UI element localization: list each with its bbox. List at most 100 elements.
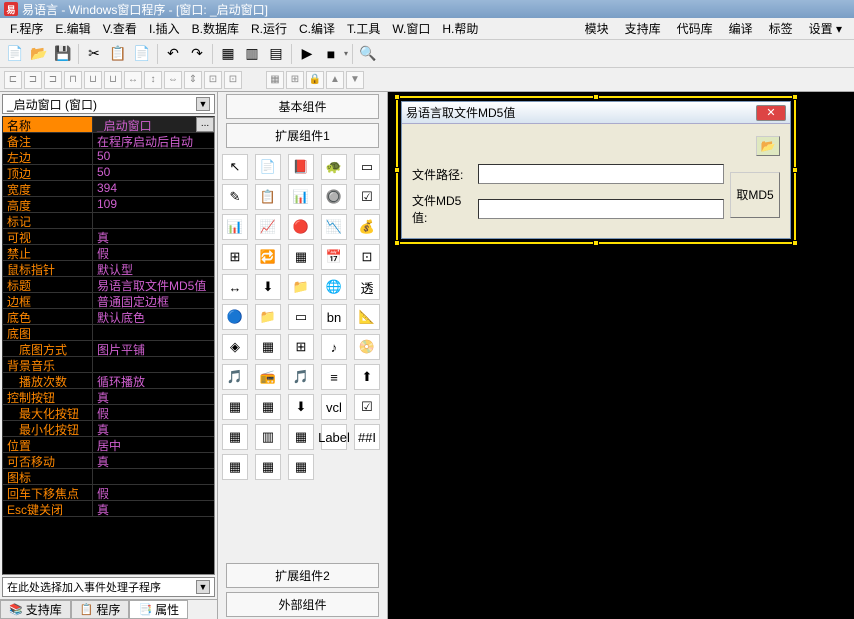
layout3-icon[interactable]: ▤ <box>265 43 287 65</box>
property-value[interactable]: 居中 <box>93 437 214 452</box>
event-combo[interactable]: 在此处选择加入事件处理子程序 ▼ <box>2 577 215 597</box>
ext1-components-button[interactable]: 扩展组件1 <box>226 123 379 148</box>
component-item[interactable]: ⊡ <box>354 244 380 270</box>
property-value[interactable]: 50 <box>93 165 214 180</box>
get-md5-button[interactable]: 取MD5 <box>730 172 780 218</box>
component-item[interactable]: 📀 <box>354 334 380 360</box>
back-icon[interactable]: ▼ <box>346 71 364 89</box>
front-icon[interactable]: ▲ <box>326 71 344 89</box>
menu-view[interactable]: V.查看 <box>97 18 143 39</box>
property-value[interactable]: 真 <box>93 421 214 436</box>
component-item[interactable]: 📈 <box>255 214 281 240</box>
component-item[interactable]: ↖ <box>222 154 248 180</box>
property-value[interactable]: 假 <box>93 405 214 420</box>
property-row[interactable]: 边框普通固定边框 <box>3 293 214 309</box>
external-components-button[interactable]: 外部组件 <box>226 592 379 617</box>
property-value[interactable] <box>93 357 214 372</box>
paste-icon[interactable]: 📄 <box>131 43 153 65</box>
same-width-icon[interactable]: ↔ <box>124 71 142 89</box>
property-row[interactable]: 最大化按钮假 <box>3 405 214 421</box>
basic-components-button[interactable]: 基本组件 <box>226 94 379 119</box>
component-item[interactable]: ⊞ <box>288 334 314 360</box>
property-value[interactable]: 假 <box>93 245 214 260</box>
layout1-icon[interactable]: ▦ <box>217 43 239 65</box>
property-value[interactable]: _启动窗口 <box>93 117 196 132</box>
property-row[interactable]: 高度109 <box>3 197 214 213</box>
lock-icon[interactable]: 🔒 <box>306 71 324 89</box>
find-icon[interactable]: 🔍 <box>357 43 379 65</box>
property-row[interactable]: 左边50 <box>3 149 214 165</box>
center-v-icon[interactable]: ⊡ <box>224 71 242 89</box>
property-value[interactable]: 假 <box>93 485 214 500</box>
property-value[interactable]: 真 <box>93 453 214 468</box>
resize-handle-sw[interactable] <box>394 240 400 246</box>
property-value[interactable]: 394 <box>93 181 214 196</box>
component-item[interactable]: 📕 <box>288 154 314 180</box>
component-item[interactable]: ▦ <box>255 394 281 420</box>
component-item[interactable]: 📅 <box>321 244 347 270</box>
menu-supportlib[interactable]: 支持库 <box>617 18 669 39</box>
close-icon[interactable]: ✕ <box>756 105 786 121</box>
property-value[interactable]: 109 <box>93 197 214 212</box>
menu-window[interactable]: W.窗口 <box>386 18 436 39</box>
property-value[interactable]: 真 <box>93 501 214 516</box>
property-row[interactable]: 标记 <box>3 213 214 229</box>
spacing-v-icon[interactable]: ⇕ <box>184 71 202 89</box>
component-item[interactable]: ▦ <box>288 244 314 270</box>
object-combo[interactable]: _启动窗口 (窗口) ▼ <box>2 94 215 114</box>
menu-run[interactable]: R.运行 <box>245 18 293 39</box>
snap-icon[interactable]: ⊞ <box>286 71 304 89</box>
chevron-down-icon[interactable]: ▼ <box>196 97 210 111</box>
component-item[interactable]: 📋 <box>255 184 281 210</box>
component-item[interactable]: ☑ <box>354 394 380 420</box>
component-item[interactable]: 🎵 <box>222 364 248 390</box>
component-item[interactable]: ▦ <box>288 454 314 480</box>
menu-help[interactable]: H.帮助 <box>436 18 484 39</box>
component-item[interactable]: bn <box>321 304 347 330</box>
menu-file[interactable]: F.程序 <box>4 18 49 39</box>
property-value[interactable]: 普通固定边框 <box>93 293 214 308</box>
property-value[interactable]: 默认型 <box>93 261 214 276</box>
menu-module[interactable]: 模块 <box>577 18 617 39</box>
menu-tags[interactable]: 标签 <box>761 18 801 39</box>
component-item[interactable]: 透 <box>354 274 380 300</box>
new-icon[interactable]: 📄 <box>4 43 26 65</box>
property-row[interactable]: 标题易语言取文件MD5值 <box>3 277 214 293</box>
menu-edit[interactable]: E.编辑 <box>49 18 96 39</box>
save-icon[interactable]: 💾 <box>52 43 74 65</box>
resize-handle-nw[interactable] <box>394 94 400 100</box>
resize-handle-ne[interactable] <box>792 94 798 100</box>
component-item[interactable]: ▦ <box>288 424 314 450</box>
menu-database[interactable]: B.数据库 <box>186 18 245 39</box>
component-item[interactable]: 📄 <box>255 154 281 180</box>
property-row[interactable]: 底图 <box>3 325 214 341</box>
component-item[interactable]: ↔ <box>222 274 248 300</box>
component-item[interactable]: ≡ <box>321 364 347 390</box>
menu-settings[interactable]: 设置 ▾ <box>801 18 850 39</box>
property-row[interactable]: 回车下移焦点假 <box>3 485 214 501</box>
component-item[interactable]: 📊 <box>222 214 248 240</box>
component-item[interactable]: ✎ <box>222 184 248 210</box>
resize-handle-s[interactable] <box>593 240 599 246</box>
property-row[interactable]: 图标 <box>3 469 214 485</box>
resize-handle-se[interactable] <box>792 240 798 246</box>
component-item[interactable]: ▭ <box>288 304 314 330</box>
property-row[interactable]: 禁止假 <box>3 245 214 261</box>
component-item[interactable]: ▦ <box>255 454 281 480</box>
property-row[interactable]: 可否移动真 <box>3 453 214 469</box>
align-mid-icon[interactable]: ⊔ <box>84 71 102 89</box>
component-item[interactable]: 🌐 <box>321 274 347 300</box>
copy-icon[interactable]: 📋 <box>107 43 129 65</box>
property-grid[interactable]: 名称_启动窗口...备注在程序启动后自动左边50顶边50宽度394高度109标记… <box>2 116 215 575</box>
menu-insert[interactable]: I.插入 <box>143 18 186 39</box>
grid-icon[interactable]: ▦ <box>266 71 284 89</box>
component-item[interactable]: ▦ <box>222 424 248 450</box>
stop-icon[interactable]: ■ <box>320 43 342 65</box>
path-input[interactable] <box>478 164 724 184</box>
component-item[interactable]: ⬆ <box>354 364 380 390</box>
property-value[interactable] <box>93 213 214 228</box>
component-item[interactable]: ##I <box>354 424 380 450</box>
component-item[interactable]: 💰 <box>354 214 380 240</box>
tab-property[interactable]: 📑属性 <box>129 600 188 619</box>
layout2-icon[interactable]: ▥ <box>241 43 263 65</box>
